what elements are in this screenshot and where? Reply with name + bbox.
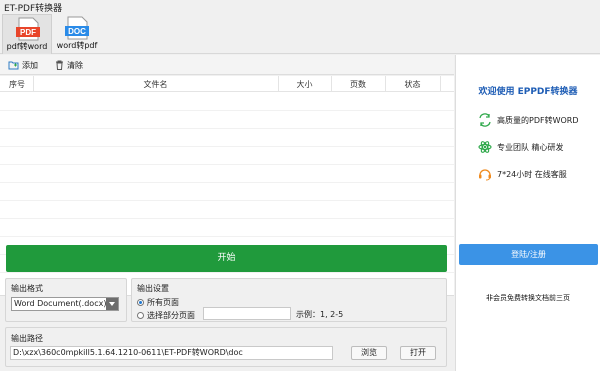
column-header-status: 状态 xyxy=(404,80,421,89)
tab-word-to-pdf[interactable]: DOC word转pdf xyxy=(52,14,102,54)
feature-item: 7*24小时 在线客服 xyxy=(478,167,567,181)
member-note: 非会员免费转换文档前三页 xyxy=(486,294,570,302)
feature-item: 专业团队 精心研发 xyxy=(478,140,564,154)
column-header-size: 大小 xyxy=(296,80,313,89)
table-row xyxy=(0,146,454,147)
partial-pages-radio[interactable]: 选择部分页面 xyxy=(137,310,195,321)
window-title: ET-PDF转换器 xyxy=(4,4,63,14)
mode-tabs: PDF pdf转word DOC word转pdf xyxy=(0,14,600,54)
trash-icon xyxy=(56,60,63,70)
feature-text: 专业团队 精心研发 xyxy=(497,142,564,152)
table-header: 序号 文件名 大小 页数 状态 xyxy=(0,76,454,92)
table-row xyxy=(0,236,454,237)
column-header-pages: 页数 xyxy=(350,80,366,89)
partial-pages-label: 选择部分页面 xyxy=(147,311,195,320)
promo-sidebar: 欢迎使用 EPPDF转换器 高质量的PDF转WORD 专业团队 精心研发 7*2… xyxy=(455,55,600,371)
column-divider xyxy=(440,76,441,92)
all-pages-radio[interactable]: 所有页面 xyxy=(137,297,179,308)
add-file-button[interactable]: 添加 xyxy=(8,58,38,72)
output-path-title: 输出路径 xyxy=(11,334,43,343)
doc-icon-text: DOC xyxy=(68,27,86,36)
tab-label: word转pdf xyxy=(56,41,98,50)
feature-item: 高质量的PDF转WORD xyxy=(478,113,579,127)
feature-text: 7*24小时 在线客服 xyxy=(497,169,567,179)
sidebar-welcome-title: 欢迎使用 EPPDF转换器 xyxy=(478,87,578,97)
doc-file-icon: DOC xyxy=(65,16,89,40)
atom-icon xyxy=(478,141,492,153)
convert-icon xyxy=(479,113,491,127)
tab-pdf-to-word[interactable]: PDF pdf转word xyxy=(2,14,52,54)
output-settings-title: 输出设置 xyxy=(137,284,169,293)
open-folder-button[interactable]: 打开 xyxy=(400,346,436,360)
page-range-example: 示例：1, 2-5 xyxy=(296,310,344,319)
radio-selected-icon xyxy=(137,299,144,306)
radio-unselected-icon xyxy=(137,312,144,319)
add-file-label: 添加 xyxy=(22,60,38,70)
table-row xyxy=(0,200,454,201)
main-panel: 添加 清除 序号 文件名 大小 页数 状态 xyxy=(0,55,454,371)
feature-text: 高质量的PDF转WORD xyxy=(497,115,579,125)
table-row xyxy=(0,182,454,183)
output-path-input[interactable]: D:\xzx\360c0mpkill5.1.64.1210-0611\ET-PD… xyxy=(10,346,333,360)
tab-label: pdf转word xyxy=(6,42,48,51)
column-header-index: 序号 xyxy=(9,80,25,89)
start-button[interactable]: 开始 xyxy=(6,245,447,272)
browse-button[interactable]: 浏览 xyxy=(351,346,387,360)
file-toolbar: 添加 清除 xyxy=(0,55,454,75)
clear-list-button[interactable]: 清除 xyxy=(55,58,83,72)
headset-icon xyxy=(479,169,491,181)
add-file-icon xyxy=(8,61,19,70)
table-row xyxy=(0,272,454,273)
login-register-button[interactable]: 登陆/注册 xyxy=(459,244,598,265)
table-row xyxy=(0,218,454,219)
title-bar: ET-PDF转换器 xyxy=(0,0,600,14)
all-pages-label: 所有页面 xyxy=(147,298,179,307)
clear-list-label: 清除 xyxy=(67,60,83,70)
table-row xyxy=(0,128,454,129)
output-format-title: 输出格式 xyxy=(11,284,43,293)
page-range-input[interactable] xyxy=(203,307,291,320)
output-format-value: Word Document(.docx) xyxy=(14,299,107,308)
column-header-filename: 文件名 xyxy=(143,80,168,89)
pdf-icon-text: PDF xyxy=(20,28,36,37)
output-format-select[interactable]: Word Document(.docx) xyxy=(11,297,119,311)
table-row xyxy=(0,110,454,111)
pdf-file-icon: PDF xyxy=(16,17,40,41)
chevron-down-icon[interactable] xyxy=(106,298,118,310)
table-row xyxy=(0,164,454,165)
